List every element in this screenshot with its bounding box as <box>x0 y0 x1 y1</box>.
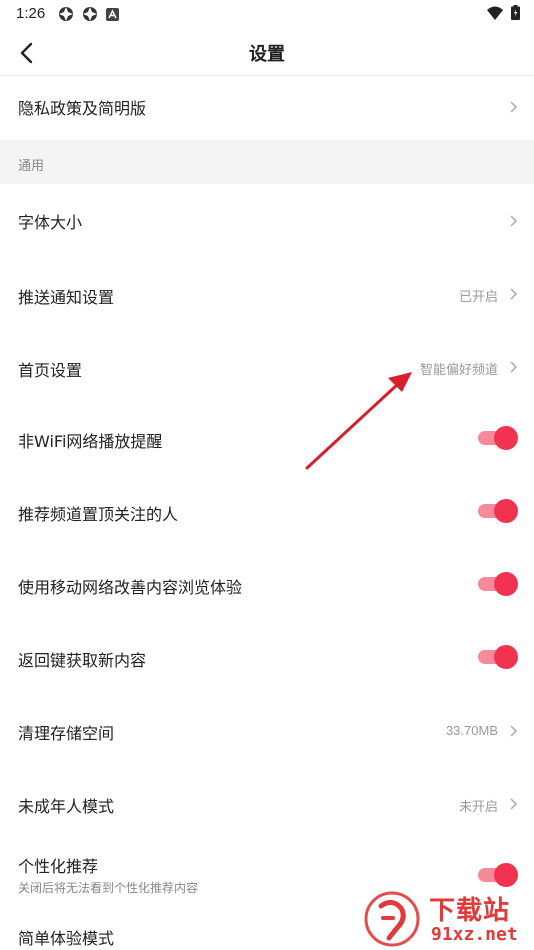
title-bar: 设置 <box>0 28 534 76</box>
personalized-recommendation-subtext: 关闭后将无法看到个性化推荐内容 <box>18 881 199 895</box>
non-wifi-reminder-label: 非WiFi网络播放提醒 <box>18 432 163 451</box>
watermark-brand: 下载站 <box>429 896 511 926</box>
chevron-right-icon <box>510 101 518 113</box>
chevron-right-icon <box>510 798 518 810</box>
mobile-network-toggle[interactable] <box>478 572 518 596</box>
simple-mode-label: 简单体验模式 <box>18 929 115 948</box>
status-time: 1:26 <box>16 5 46 22</box>
minor-mode-label: 未成年人模式 <box>18 797 115 816</box>
status-system-icons <box>487 5 520 20</box>
font-size-row[interactable]: 字体大小 <box>0 184 534 257</box>
app-notification-icon <box>59 7 73 21</box>
privacy-policy-label: 隐私政策及简明版 <box>18 99 147 118</box>
toggle-knob <box>494 863 518 887</box>
site-watermark: 下载站 91xz.net <box>359 888 534 950</box>
pin-followed-toggle[interactable] <box>478 499 518 523</box>
chevron-right-icon <box>510 361 518 373</box>
minor-mode-row[interactable]: 未成年人模式 未开启 <box>0 768 534 841</box>
toggle-knob <box>494 426 518 450</box>
push-notification-row[interactable]: 推送通知设置 已开启 <box>0 257 534 330</box>
non-wifi-reminder-toggle[interactable] <box>478 426 518 450</box>
push-notification-value: 已开启 <box>458 289 498 304</box>
battery-icon <box>511 5 520 20</box>
homepage-settings-row[interactable]: 首页设置 智能偏好频道 <box>0 330 534 403</box>
status-notification-icons <box>58 6 119 22</box>
watermark-site: 91xz.net <box>431 924 518 945</box>
personalized-recommendation-toggle[interactable] <box>478 863 518 887</box>
section-header-label: 通用 <box>18 159 45 174</box>
page-title: 设置 <box>249 44 285 65</box>
pin-followed-label: 推荐频道置顶关注的人 <box>18 505 179 524</box>
non-wifi-reminder-row: 非WiFi网络播放提醒 <box>0 403 534 476</box>
toggle-knob <box>494 572 518 596</box>
back-refresh-toggle[interactable] <box>478 645 518 669</box>
wifi-icon <box>487 6 503 20</box>
privacy-policy-row[interactable]: 隐私政策及简明版 <box>0 76 534 140</box>
push-notification-label: 推送通知设置 <box>18 288 115 307</box>
minor-mode-value: 未开启 <box>458 799 498 814</box>
personalized-recommendation-label: 个性化推荐 <box>18 857 99 876</box>
homepage-settings-value: 智能偏好频道 <box>419 362 498 377</box>
back-refresh-label: 返回键获取新内容 <box>18 651 147 670</box>
section-header-general: 通用 <box>0 140 534 184</box>
homepage-settings-label: 首页设置 <box>18 361 83 380</box>
pin-followed-row: 推荐频道置顶关注的人 <box>0 476 534 549</box>
chevron-right-icon <box>510 288 518 300</box>
toggle-knob <box>494 645 518 669</box>
status-bar: 1:26 <box>0 0 534 28</box>
clear-storage-label: 清理存储空间 <box>18 724 115 743</box>
chevron-right-icon <box>510 215 518 227</box>
toggle-knob <box>494 499 518 523</box>
clear-storage-row[interactable]: 清理存储空间 33.70MB <box>0 695 534 768</box>
mobile-network-row: 使用移动网络改善内容浏览体验 <box>0 549 534 622</box>
mobile-network-label: 使用移动网络改善内容浏览体验 <box>18 578 243 597</box>
chevron-right-icon <box>510 725 518 737</box>
app-notification-icon <box>83 7 97 21</box>
back-refresh-row: 返回键获取新内容 <box>0 622 534 695</box>
font-size-label: 字体大小 <box>18 213 83 232</box>
clear-storage-value: 33.70MB <box>445 723 498 738</box>
app-letter-icon <box>106 7 119 21</box>
